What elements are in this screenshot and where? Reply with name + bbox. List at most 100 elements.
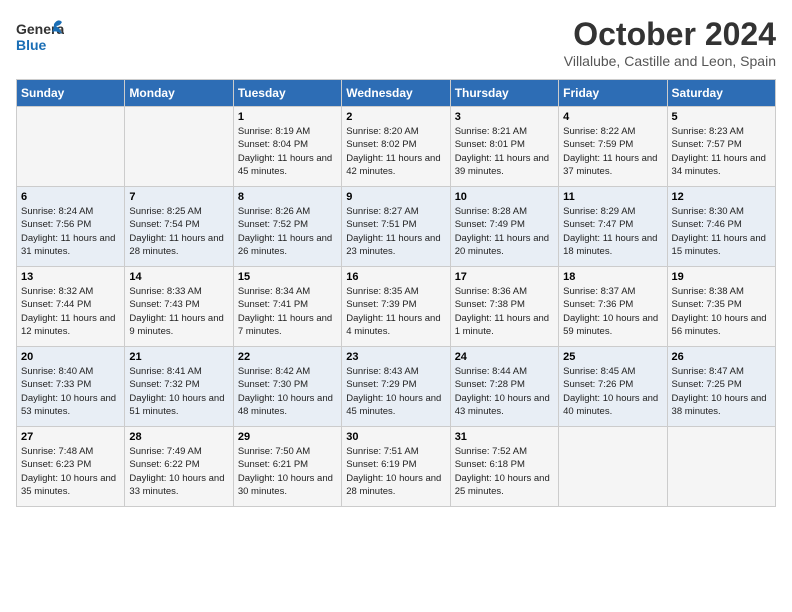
day-number: 6 — [21, 191, 120, 203]
calendar-cell: 26 Sunrise: 8:47 AM Sunset: 7:25 PM Dayli… — [667, 347, 775, 427]
day-number: 16 — [346, 271, 445, 283]
calendar-week-row: 13 Sunrise: 8:32 AM Sunset: 7:44 PM Dayli… — [17, 267, 776, 347]
day-number: 29 — [238, 431, 337, 443]
day-info: Sunrise: 8:23 AM Sunset: 7:57 PM Dayligh… — [672, 125, 771, 178]
header-day: Friday — [559, 80, 667, 107]
day-number: 27 — [21, 431, 120, 443]
day-info: Sunrise: 7:48 AM Sunset: 6:23 PM Dayligh… — [21, 445, 120, 498]
day-number: 2 — [346, 111, 445, 123]
day-number: 1 — [238, 111, 337, 123]
day-number: 23 — [346, 351, 445, 363]
day-number: 10 — [455, 191, 554, 203]
logo: General Blue — [16, 16, 64, 54]
calendar-cell: 6Sunrise: 8:24 AM Sunset: 7:56 PM Daylig… — [17, 187, 125, 267]
location-title: Villalube, Castille and Leon, Spain — [564, 53, 776, 69]
month-title: October 2024 — [564, 16, 776, 53]
calendar-cell — [559, 427, 667, 507]
calendar-cell: 23 Sunrise: 8:43 AM Sunset: 7:29 PM Dayli… — [342, 347, 450, 427]
calendar-cell: 10 Sunrise: 8:28 AM Sunset: 7:49 PM Dayli… — [450, 187, 558, 267]
day-info: Sunrise: 8:44 AM Sunset: 7:28 PM Dayligh… — [455, 365, 554, 418]
calendar-week-row: 27 Sunrise: 7:48 AM Sunset: 6:23 PM Dayli… — [17, 427, 776, 507]
day-number: 8 — [238, 191, 337, 203]
calendar-cell: 3Sunrise: 8:21 AM Sunset: 8:01 PM Daylig… — [450, 107, 558, 187]
header-day: Tuesday — [233, 80, 341, 107]
calendar-cell: 7 Sunrise: 8:25 AM Sunset: 7:54 PM Daylig… — [125, 187, 233, 267]
day-info: Sunrise: 8:20 AM Sunset: 8:02 PM Dayligh… — [346, 125, 445, 178]
header-day: Thursday — [450, 80, 558, 107]
day-number: 26 — [672, 351, 771, 363]
calendar-cell: 15Sunrise: 8:34 AM Sunset: 7:41 PM Dayli… — [233, 267, 341, 347]
calendar-cell: 18 Sunrise: 8:37 AM Sunset: 7:36 PM Dayli… — [559, 267, 667, 347]
calendar-cell: 5 Sunrise: 8:23 AM Sunset: 7:57 PM Daylig… — [667, 107, 775, 187]
day-number: 5 — [672, 111, 771, 123]
day-info: Sunrise: 8:37 AM Sunset: 7:36 PM Dayligh… — [563, 285, 662, 338]
day-number: 22 — [238, 351, 337, 363]
calendar-body: 1Sunrise: 8:19 AM Sunset: 8:04 PM Daylig… — [17, 107, 776, 507]
calendar-cell: 13 Sunrise: 8:32 AM Sunset: 7:44 PM Dayli… — [17, 267, 125, 347]
day-number: 13 — [21, 271, 120, 283]
day-info: Sunrise: 7:50 AM Sunset: 6:21 PM Dayligh… — [238, 445, 337, 498]
day-info: Sunrise: 8:26 AM Sunset: 7:52 PM Dayligh… — [238, 205, 337, 258]
day-number: 20 — [21, 351, 120, 363]
day-info: Sunrise: 8:33 AM Sunset: 7:43 PM Dayligh… — [129, 285, 228, 338]
logo-icon: General Blue — [16, 16, 64, 54]
calendar-cell: 22 Sunrise: 8:42 AM Sunset: 7:30 PM Dayli… — [233, 347, 341, 427]
calendar-cell: 4 Sunrise: 8:22 AM Sunset: 7:59 PM Daylig… — [559, 107, 667, 187]
calendar-cell — [667, 427, 775, 507]
day-number: 15 — [238, 271, 337, 283]
day-info: Sunrise: 8:38 AM Sunset: 7:35 PM Dayligh… — [672, 285, 771, 338]
day-info: Sunrise: 7:52 AM Sunset: 6:18 PM Dayligh… — [455, 445, 554, 498]
calendar-cell: 25 Sunrise: 8:45 AM Sunset: 7:26 PM Dayli… — [559, 347, 667, 427]
day-number: 19 — [672, 271, 771, 283]
day-info: Sunrise: 8:32 AM Sunset: 7:44 PM Dayligh… — [21, 285, 120, 338]
day-number: 3 — [455, 111, 554, 123]
day-info: Sunrise: 8:47 AM Sunset: 7:25 PM Dayligh… — [672, 365, 771, 418]
day-number: 14 — [129, 271, 228, 283]
calendar-cell: 29 Sunrise: 7:50 AM Sunset: 6:21 PM Dayli… — [233, 427, 341, 507]
calendar-cell — [125, 107, 233, 187]
calendar-week-row: 20 Sunrise: 8:40 AM Sunset: 7:33 PM Dayli… — [17, 347, 776, 427]
day-info: Sunrise: 8:28 AM Sunset: 7:49 PM Dayligh… — [455, 205, 554, 258]
header-day: Monday — [125, 80, 233, 107]
calendar-cell: 27 Sunrise: 7:48 AM Sunset: 6:23 PM Dayli… — [17, 427, 125, 507]
day-info: Sunrise: 8:45 AM Sunset: 7:26 PM Dayligh… — [563, 365, 662, 418]
day-number: 21 — [129, 351, 228, 363]
calendar-cell: 21Sunrise: 8:41 AM Sunset: 7:32 PM Dayli… — [125, 347, 233, 427]
day-number: 28 — [129, 431, 228, 443]
day-info: Sunrise: 8:30 AM Sunset: 7:46 PM Dayligh… — [672, 205, 771, 258]
day-number: 31 — [455, 431, 554, 443]
calendar-cell: 9 Sunrise: 8:27 AM Sunset: 7:51 PM Daylig… — [342, 187, 450, 267]
calendar-cell — [17, 107, 125, 187]
calendar-cell: 14 Sunrise: 8:33 AM Sunset: 7:43 PM Dayli… — [125, 267, 233, 347]
day-number: 12 — [672, 191, 771, 203]
calendar-header: SundayMondayTuesdayWednesdayThursdayFrid… — [17, 80, 776, 107]
calendar-cell: 24Sunrise: 8:44 AM Sunset: 7:28 PM Dayli… — [450, 347, 558, 427]
svg-text:Blue: Blue — [16, 37, 47, 53]
day-info: Sunrise: 8:43 AM Sunset: 7:29 PM Dayligh… — [346, 365, 445, 418]
day-info: Sunrise: 8:27 AM Sunset: 7:51 PM Dayligh… — [346, 205, 445, 258]
calendar-cell: 8 Sunrise: 8:26 AM Sunset: 7:52 PM Daylig… — [233, 187, 341, 267]
calendar-week-row: 6Sunrise: 8:24 AM Sunset: 7:56 PM Daylig… — [17, 187, 776, 267]
calendar-cell: 17Sunrise: 8:36 AM Sunset: 7:38 PM Dayli… — [450, 267, 558, 347]
day-info: Sunrise: 7:51 AM Sunset: 6:19 PM Dayligh… — [346, 445, 445, 498]
calendar-cell: 2 Sunrise: 8:20 AM Sunset: 8:02 PM Daylig… — [342, 107, 450, 187]
day-info: Sunrise: 8:35 AM Sunset: 7:39 PM Dayligh… — [346, 285, 445, 338]
header-day: Sunday — [17, 80, 125, 107]
calendar-cell: 20 Sunrise: 8:40 AM Sunset: 7:33 PM Dayli… — [17, 347, 125, 427]
calendar-cell: 31 Sunrise: 7:52 AM Sunset: 6:18 PM Dayli… — [450, 427, 558, 507]
calendar-cell: 16 Sunrise: 8:35 AM Sunset: 7:39 PM Dayli… — [342, 267, 450, 347]
day-info: Sunrise: 7:49 AM Sunset: 6:22 PM Dayligh… — [129, 445, 228, 498]
day-number: 18 — [563, 271, 662, 283]
day-info: Sunrise: 8:25 AM Sunset: 7:54 PM Dayligh… — [129, 205, 228, 258]
calendar-cell: 19 Sunrise: 8:38 AM Sunset: 7:35 PM Dayli… — [667, 267, 775, 347]
day-info: Sunrise: 8:22 AM Sunset: 7:59 PM Dayligh… — [563, 125, 662, 178]
day-number: 4 — [563, 111, 662, 123]
day-number: 9 — [346, 191, 445, 203]
title-area: October 2024 Villalube, Castille and Leo… — [564, 16, 776, 69]
day-info: Sunrise: 8:40 AM Sunset: 7:33 PM Dayligh… — [21, 365, 120, 418]
calendar-cell: 12 Sunrise: 8:30 AM Sunset: 7:46 PM Dayli… — [667, 187, 775, 267]
day-number: 7 — [129, 191, 228, 203]
calendar-cell: 11Sunrise: 8:29 AM Sunset: 7:47 PM Dayli… — [559, 187, 667, 267]
day-number: 25 — [563, 351, 662, 363]
day-info: Sunrise: 8:42 AM Sunset: 7:30 PM Dayligh… — [238, 365, 337, 418]
